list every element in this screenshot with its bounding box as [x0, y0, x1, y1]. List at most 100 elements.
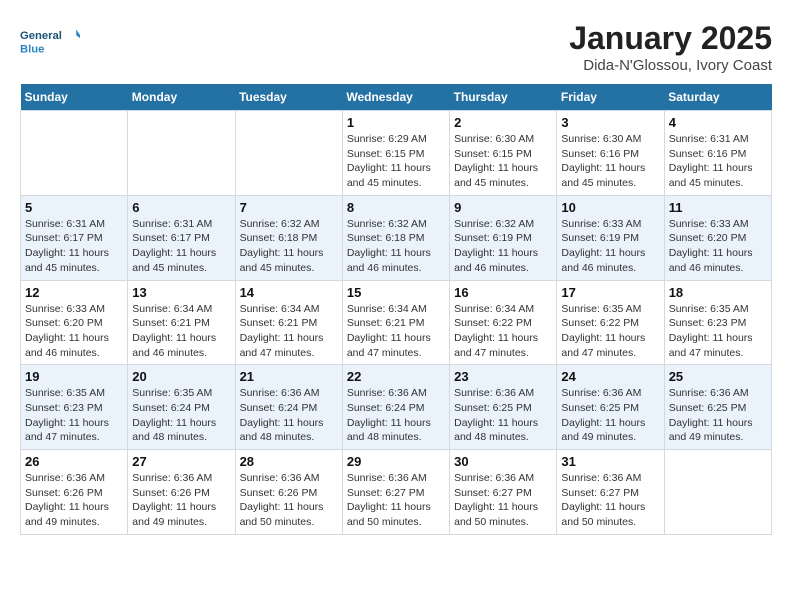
day-info: Sunrise: 6:35 AM Sunset: 6:24 PM Dayligh… [132, 386, 230, 445]
calendar-week-row: 19 Sunrise: 6:35 AM Sunset: 6:23 PM Dayli… [21, 365, 772, 450]
day-info: Sunrise: 6:34 AM Sunset: 6:21 PM Dayligh… [347, 302, 445, 361]
day-number: 10 [561, 200, 659, 215]
day-number: 7 [240, 200, 338, 215]
svg-text:Blue: Blue [20, 44, 44, 56]
table-row: 27 Sunrise: 6:36 AM Sunset: 6:26 PM Dayli… [128, 450, 235, 535]
table-row: 19 Sunrise: 6:35 AM Sunset: 6:23 PM Dayli… [21, 365, 128, 450]
day-number: 19 [25, 369, 123, 384]
logo: General Blue [20, 20, 80, 65]
day-info: Sunrise: 6:35 AM Sunset: 6:23 PM Dayligh… [669, 302, 767, 361]
table-row [235, 111, 342, 196]
day-info: Sunrise: 6:29 AM Sunset: 6:15 PM Dayligh… [347, 132, 445, 191]
calendar-week-row: 5 Sunrise: 6:31 AM Sunset: 6:17 PM Daylig… [21, 195, 772, 280]
table-row: 11 Sunrise: 6:33 AM Sunset: 6:20 PM Dayli… [664, 195, 771, 280]
table-row: 16Sunrise: 6:34 AM Sunset: 6:22 PM Dayli… [450, 280, 557, 365]
day-info: Sunrise: 6:32 AM Sunset: 6:18 PM Dayligh… [347, 217, 445, 276]
day-info: Sunrise: 6:36 AM Sunset: 6:25 PM Dayligh… [669, 386, 767, 445]
day-number: 5 [25, 200, 123, 215]
header-sunday: Sunday [21, 84, 128, 111]
header-tuesday: Tuesday [235, 84, 342, 111]
table-row: 22 Sunrise: 6:36 AM Sunset: 6:24 PM Dayli… [342, 365, 449, 450]
calendar-body: 1 Sunrise: 6:29 AM Sunset: 6:15 PM Daylig… [21, 111, 772, 535]
table-row: 17 Sunrise: 6:35 AM Sunset: 6:22 PM Dayli… [557, 280, 664, 365]
day-info: Sunrise: 6:36 AM Sunset: 6:27 PM Dayligh… [561, 471, 659, 530]
day-info: Sunrise: 6:31 AM Sunset: 6:17 PM Dayligh… [25, 217, 123, 276]
day-number: 23 [454, 369, 552, 384]
header-wednesday: Wednesday [342, 84, 449, 111]
day-number: 9 [454, 200, 552, 215]
table-row: 20 Sunrise: 6:35 AM Sunset: 6:24 PM Dayli… [128, 365, 235, 450]
day-number: 1 [347, 115, 445, 130]
day-info: Sunrise: 6:32 AM Sunset: 6:19 PM Dayligh… [454, 217, 552, 276]
day-number: 30 [454, 454, 552, 469]
table-row: 26Sunrise: 6:36 AM Sunset: 6:26 PM Dayli… [21, 450, 128, 535]
calendar-week-row: 12Sunrise: 6:33 AM Sunset: 6:20 PM Dayli… [21, 280, 772, 365]
day-info: Sunrise: 6:35 AM Sunset: 6:23 PM Dayligh… [25, 386, 123, 445]
day-info: Sunrise: 6:36 AM Sunset: 6:27 PM Dayligh… [454, 471, 552, 530]
svg-text:General: General [20, 30, 62, 42]
table-row: 10 Sunrise: 6:33 AM Sunset: 6:19 PM Dayli… [557, 195, 664, 280]
table-row: 8Sunrise: 6:32 AM Sunset: 6:18 PM Daylig… [342, 195, 449, 280]
day-number: 15 [347, 285, 445, 300]
table-row: 28Sunrise: 6:36 AM Sunset: 6:26 PM Dayli… [235, 450, 342, 535]
day-number: 17 [561, 285, 659, 300]
table-row [128, 111, 235, 196]
day-number: 28 [240, 454, 338, 469]
day-number: 24 [561, 369, 659, 384]
day-info: Sunrise: 6:36 AM Sunset: 6:26 PM Dayligh… [132, 471, 230, 530]
table-row [664, 450, 771, 535]
table-row: 2 Sunrise: 6:30 AM Sunset: 6:15 PM Daylig… [450, 111, 557, 196]
table-row: 7 Sunrise: 6:32 AM Sunset: 6:18 PM Daylig… [235, 195, 342, 280]
table-row: 14 Sunrise: 6:34 AM Sunset: 6:21 PM Dayli… [235, 280, 342, 365]
day-number: 11 [669, 200, 767, 215]
calendar-week-row: 1 Sunrise: 6:29 AM Sunset: 6:15 PM Daylig… [21, 111, 772, 196]
calendar-header-row: Sunday Monday Tuesday Wednesday Thursday… [21, 84, 772, 111]
calendar-week-row: 26 Sunrise: 6:36 AM Sunset: 6:26 PM Dayli… [21, 450, 772, 535]
table-row: 6 Sunrise: 6:31 AM Sunset: 6:17 PM Daylig… [128, 195, 235, 280]
table-row: 12Sunrise: 6:33 AM Sunset: 6:20 PM Dayli… [21, 280, 128, 365]
day-info: Sunrise: 6:31 AM Sunset: 6:17 PM Dayligh… [132, 217, 230, 276]
day-number: 26 [25, 454, 123, 469]
table-row: 31 Sunrise: 6:36 AM Sunset: 6:27 PM Dayli… [557, 450, 664, 535]
header-saturday: Saturday [664, 84, 771, 111]
day-number: 25 [669, 369, 767, 384]
day-info: Sunrise: 6:36 AM Sunset: 6:24 PM Dayligh… [347, 386, 445, 445]
table-row: 3Sunrise: 6:30 AM Sunset: 6:16 PM Daylig… [557, 111, 664, 196]
day-info: Sunrise: 6:36 AM Sunset: 6:25 PM Dayligh… [454, 386, 552, 445]
day-number: 20 [132, 369, 230, 384]
day-number: 3 [561, 115, 659, 130]
day-info: Sunrise: 6:34 AM Sunset: 6:21 PM Dayligh… [132, 302, 230, 361]
day-number: 6 [132, 200, 230, 215]
day-number: 13 [132, 285, 230, 300]
day-number: 27 [132, 454, 230, 469]
table-row: 15 Sunrise: 6:34 AM Sunset: 6:21 PM Dayli… [342, 280, 449, 365]
day-number: 21 [240, 369, 338, 384]
day-info: Sunrise: 6:34 AM Sunset: 6:21 PM Dayligh… [240, 302, 338, 361]
day-info: Sunrise: 6:36 AM Sunset: 6:24 PM Dayligh… [240, 386, 338, 445]
table-row: 25 Sunrise: 6:36 AM Sunset: 6:25 PM Dayli… [664, 365, 771, 450]
table-row: 9 Sunrise: 6:32 AM Sunset: 6:19 PM Daylig… [450, 195, 557, 280]
day-number: 14 [240, 285, 338, 300]
title-block: January 2025 Dida-N'Glossou, Ivory Coast [569, 20, 772, 74]
day-number: 16 [454, 285, 552, 300]
day-number: 2 [454, 115, 552, 130]
day-info: Sunrise: 6:33 AM Sunset: 6:20 PM Dayligh… [669, 217, 767, 276]
table-row: 24Sunrise: 6:36 AM Sunset: 6:25 PM Dayli… [557, 365, 664, 450]
table-row: 1 Sunrise: 6:29 AM Sunset: 6:15 PM Daylig… [342, 111, 449, 196]
day-info: Sunrise: 6:30 AM Sunset: 6:15 PM Dayligh… [454, 132, 552, 191]
table-row: 29Sunrise: 6:36 AM Sunset: 6:27 PM Dayli… [342, 450, 449, 535]
table-row: 23 Sunrise: 6:36 AM Sunset: 6:25 PM Dayli… [450, 365, 557, 450]
day-number: 22 [347, 369, 445, 384]
header: General Blue January 2025 Dida-N'Glossou… [20, 20, 772, 74]
day-info: Sunrise: 6:32 AM Sunset: 6:18 PM Dayligh… [240, 217, 338, 276]
day-info: Sunrise: 6:33 AM Sunset: 6:19 PM Dayligh… [561, 217, 659, 276]
header-friday: Friday [557, 84, 664, 111]
calendar-table: Sunday Monday Tuesday Wednesday Thursday… [20, 84, 772, 535]
logo-svg: General Blue [20, 20, 80, 65]
day-info: Sunrise: 6:35 AM Sunset: 6:22 PM Dayligh… [561, 302, 659, 361]
day-number: 31 [561, 454, 659, 469]
table-row: 4Sunrise: 6:31 AM Sunset: 6:16 PM Daylig… [664, 111, 771, 196]
table-row: 21 Sunrise: 6:36 AM Sunset: 6:24 PM Dayli… [235, 365, 342, 450]
table-row [21, 111, 128, 196]
day-number: 12 [25, 285, 123, 300]
